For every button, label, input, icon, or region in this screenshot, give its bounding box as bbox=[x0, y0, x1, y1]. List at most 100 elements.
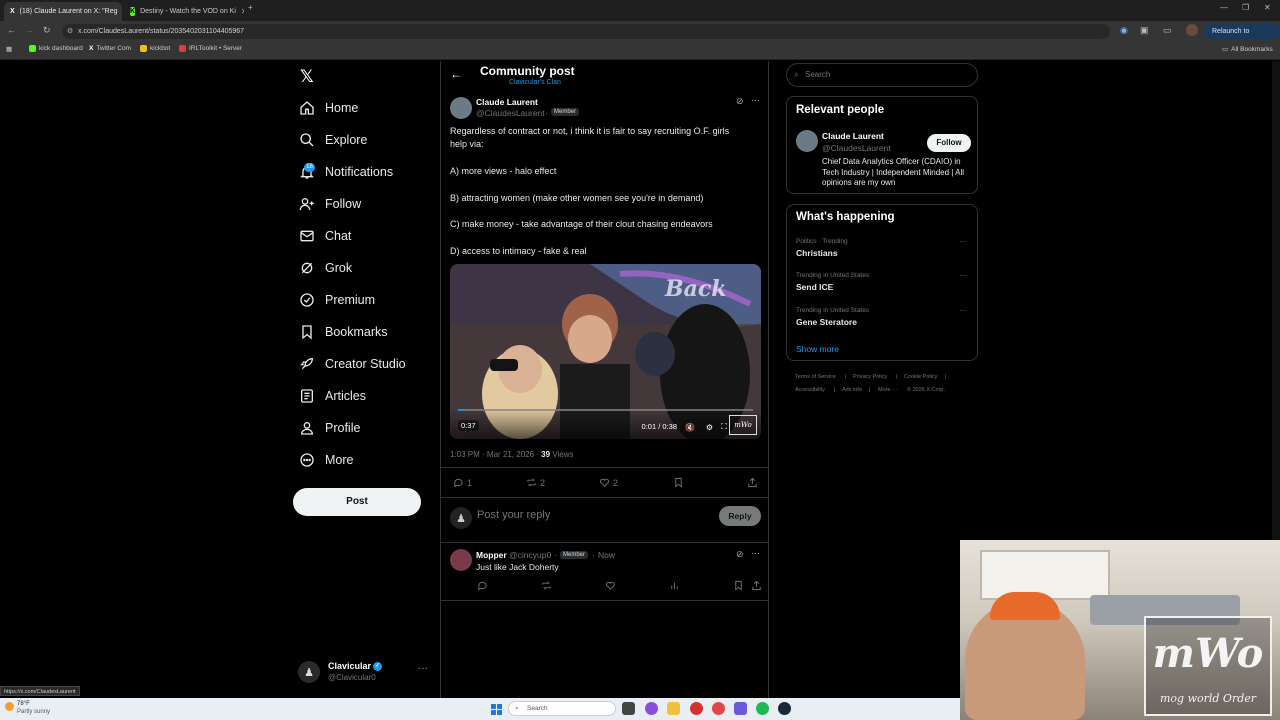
bookmark-twitter-com[interactable]: X Twitter Com bbox=[89, 45, 131, 52]
author-name[interactable]: Claude Laurent bbox=[476, 97, 538, 107]
like-action[interactable]: 2 bbox=[599, 477, 618, 488]
footer-link[interactable]: Ads info bbox=[842, 387, 862, 393]
more-options-icon[interactable]: ··· bbox=[959, 306, 967, 315]
more-options-icon[interactable]: ··· bbox=[959, 237, 967, 246]
close-window-icon[interactable]: ✕ bbox=[1264, 3, 1271, 12]
more-options-icon[interactable]: ··· bbox=[959, 271, 967, 280]
bookmark-kickbot[interactable]: kickbot bbox=[140, 45, 170, 52]
author-handle[interactable]: @ClaudesLaurent bbox=[476, 108, 545, 118]
profile-avatar[interactable] bbox=[1186, 24, 1198, 36]
mute-icon[interactable]: 🔇 bbox=[685, 423, 695, 432]
site-info-icon[interactable]: ⚙ bbox=[67, 24, 73, 39]
footer-link[interactable]: Accessibility bbox=[795, 387, 825, 393]
search-input[interactable]: ⌕ Search bbox=[786, 63, 978, 87]
reply-input[interactable]: Post your reply bbox=[477, 509, 550, 521]
reply-action[interactable] bbox=[477, 580, 488, 591]
account-switcher[interactable]: ♟ Clavicular ✓ @Clavicular0 ··· bbox=[298, 660, 430, 686]
show-more-link[interactable]: Show more bbox=[796, 344, 839, 354]
follow-button[interactable]: Follow bbox=[927, 134, 971, 152]
share-action[interactable] bbox=[751, 580, 762, 591]
trend-item[interactable]: Send ICE bbox=[796, 282, 833, 292]
post-button[interactable]: Post bbox=[293, 488, 421, 516]
nav-item-more[interactable]: More bbox=[298, 449, 353, 471]
nav-item-premium[interactable]: Premium bbox=[298, 289, 375, 311]
app-icon[interactable] bbox=[645, 702, 658, 715]
nav-item-profile[interactable]: Profile bbox=[298, 417, 360, 439]
x-logo-icon[interactable]: 𝕏 bbox=[300, 67, 314, 87]
trend-item[interactable]: Gene Steratore bbox=[796, 317, 857, 327]
bookmark-kick-dashboard[interactable]: kick dashboard bbox=[29, 45, 83, 52]
bookmark-irltoolkit[interactable]: IRLToolkit • Server bbox=[179, 45, 242, 52]
back-arrow-icon[interactable]: ← bbox=[450, 67, 462, 81]
avatar[interactable] bbox=[450, 549, 472, 571]
sidebar-icon[interactable]: ▭ bbox=[1163, 25, 1172, 36]
nav-item-follow[interactable]: Follow bbox=[298, 193, 361, 215]
discord-icon[interactable] bbox=[734, 702, 747, 715]
nav-item-bookmarks[interactable]: Bookmarks bbox=[298, 321, 388, 343]
svg-text:Back: Back bbox=[664, 276, 727, 302]
new-tab-icon[interactable]: + bbox=[248, 3, 253, 12]
footer-link[interactable]: Terms of Service bbox=[795, 374, 836, 380]
nav-item-chat[interactable]: Chat bbox=[298, 225, 351, 247]
chrome-icon[interactable] bbox=[712, 702, 725, 715]
nav-item-explore[interactable]: Explore bbox=[298, 129, 367, 151]
repost-action[interactable] bbox=[541, 580, 552, 591]
extension-icon[interactable]: ◉ bbox=[1120, 25, 1128, 36]
mwo-logo: mWo mog world Order bbox=[1144, 616, 1272, 716]
settings-icon[interactable]: ⚙ bbox=[706, 423, 713, 432]
reload-icon[interactable]: ↻ bbox=[43, 25, 51, 36]
grok-icon[interactable]: ⊘ bbox=[736, 96, 744, 107]
task-view-icon[interactable] bbox=[622, 702, 635, 715]
avatar[interactable] bbox=[450, 97, 472, 119]
close-icon[interactable]: ✕ bbox=[241, 7, 244, 16]
app-icon[interactable] bbox=[690, 702, 703, 715]
reply-author-name[interactable]: Mopper bbox=[476, 550, 507, 560]
more-options-icon[interactable]: ··· bbox=[751, 548, 760, 558]
relevant-handle[interactable]: @ClaudesLaurent bbox=[822, 143, 891, 153]
share-action[interactable] bbox=[747, 477, 758, 488]
analytics-action[interactable] bbox=[669, 580, 680, 591]
maximize-icon[interactable]: ❐ bbox=[1242, 3, 1249, 12]
all-bookmarks[interactable]: ▭ All Bookmarks bbox=[1222, 45, 1273, 54]
video-player[interactable]: Back 0:37 0:01 / 0:38 🔇 ⚙ ⛶ mWo bbox=[450, 264, 761, 439]
back-icon[interactable]: ← bbox=[7, 25, 16, 35]
search-placeholder: Search bbox=[805, 70, 831, 79]
post-timestamp[interactable]: 1:03 PM · Mar 21, 2026 bbox=[450, 450, 534, 459]
relaunch-button[interactable]: Relaunch to update bbox=[1204, 24, 1280, 50]
like-action[interactable] bbox=[605, 580, 616, 591]
weather-widget[interactable]: 78°F Partly sunny bbox=[17, 700, 50, 716]
footer-link[interactable]: Privacy Policy bbox=[853, 374, 887, 380]
more-options-icon[interactable]: ··· bbox=[751, 95, 760, 105]
nav-item-grok[interactable]: Grok bbox=[298, 257, 352, 279]
browser-tab-x[interactable]: X (18) Claude Laurent on X: "Reg ✕ bbox=[4, 2, 122, 21]
trend-item[interactable]: Christians bbox=[796, 248, 838, 258]
footer-link[interactable]: More ··· bbox=[878, 387, 898, 393]
reply-action[interactable]: 1 bbox=[453, 477, 472, 488]
taskbar-search[interactable]: ⌕ Search bbox=[508, 701, 616, 716]
grok-icon[interactable]: ⊘ bbox=[736, 549, 744, 560]
repost-action[interactable]: 2 bbox=[526, 477, 545, 488]
relevant-name[interactable]: Claude Laurent bbox=[822, 131, 884, 141]
reply-button[interactable]: Reply bbox=[719, 506, 761, 526]
nav-item-articles[interactable]: Articles bbox=[298, 385, 366, 407]
fullscreen-icon[interactable]: ⛶ bbox=[721, 422, 727, 432]
steam-icon[interactable] bbox=[778, 702, 791, 715]
footer-link[interactable]: Cookie Policy bbox=[904, 374, 937, 380]
avatar[interactable] bbox=[796, 130, 818, 152]
minimize-icon[interactable]: — bbox=[1220, 3, 1228, 12]
spotify-icon[interactable] bbox=[756, 702, 769, 715]
bookmark-action[interactable] bbox=[733, 580, 744, 591]
file-explorer-icon[interactable] bbox=[667, 702, 680, 715]
nav-item-home[interactable]: Home bbox=[298, 97, 358, 119]
extensions-puzzle-icon[interactable]: ▣ bbox=[1140, 25, 1149, 36]
address-bar[interactable]: ⚙ x.com/ClaudesLaurent/status/2035402031… bbox=[62, 24, 1110, 39]
more-options-icon[interactable]: ··· bbox=[418, 663, 428, 674]
forward-icon[interactable]: → bbox=[25, 25, 34, 35]
nav-item-creator-studio[interactable]: Creator Studio bbox=[298, 353, 406, 375]
community-link[interactable]: Clavicular's Clan bbox=[509, 79, 561, 86]
windows-start-icon[interactable] bbox=[491, 702, 502, 715]
apps-grid-icon[interactable]: ▦ bbox=[6, 45, 12, 53]
browser-tab-kick[interactable]: K Destiny - Watch the VOD on Ki ✕ bbox=[124, 2, 244, 21]
bookmark-action[interactable] bbox=[673, 477, 684, 488]
reply-author-handle[interactable]: @cincyup0 bbox=[509, 550, 551, 560]
